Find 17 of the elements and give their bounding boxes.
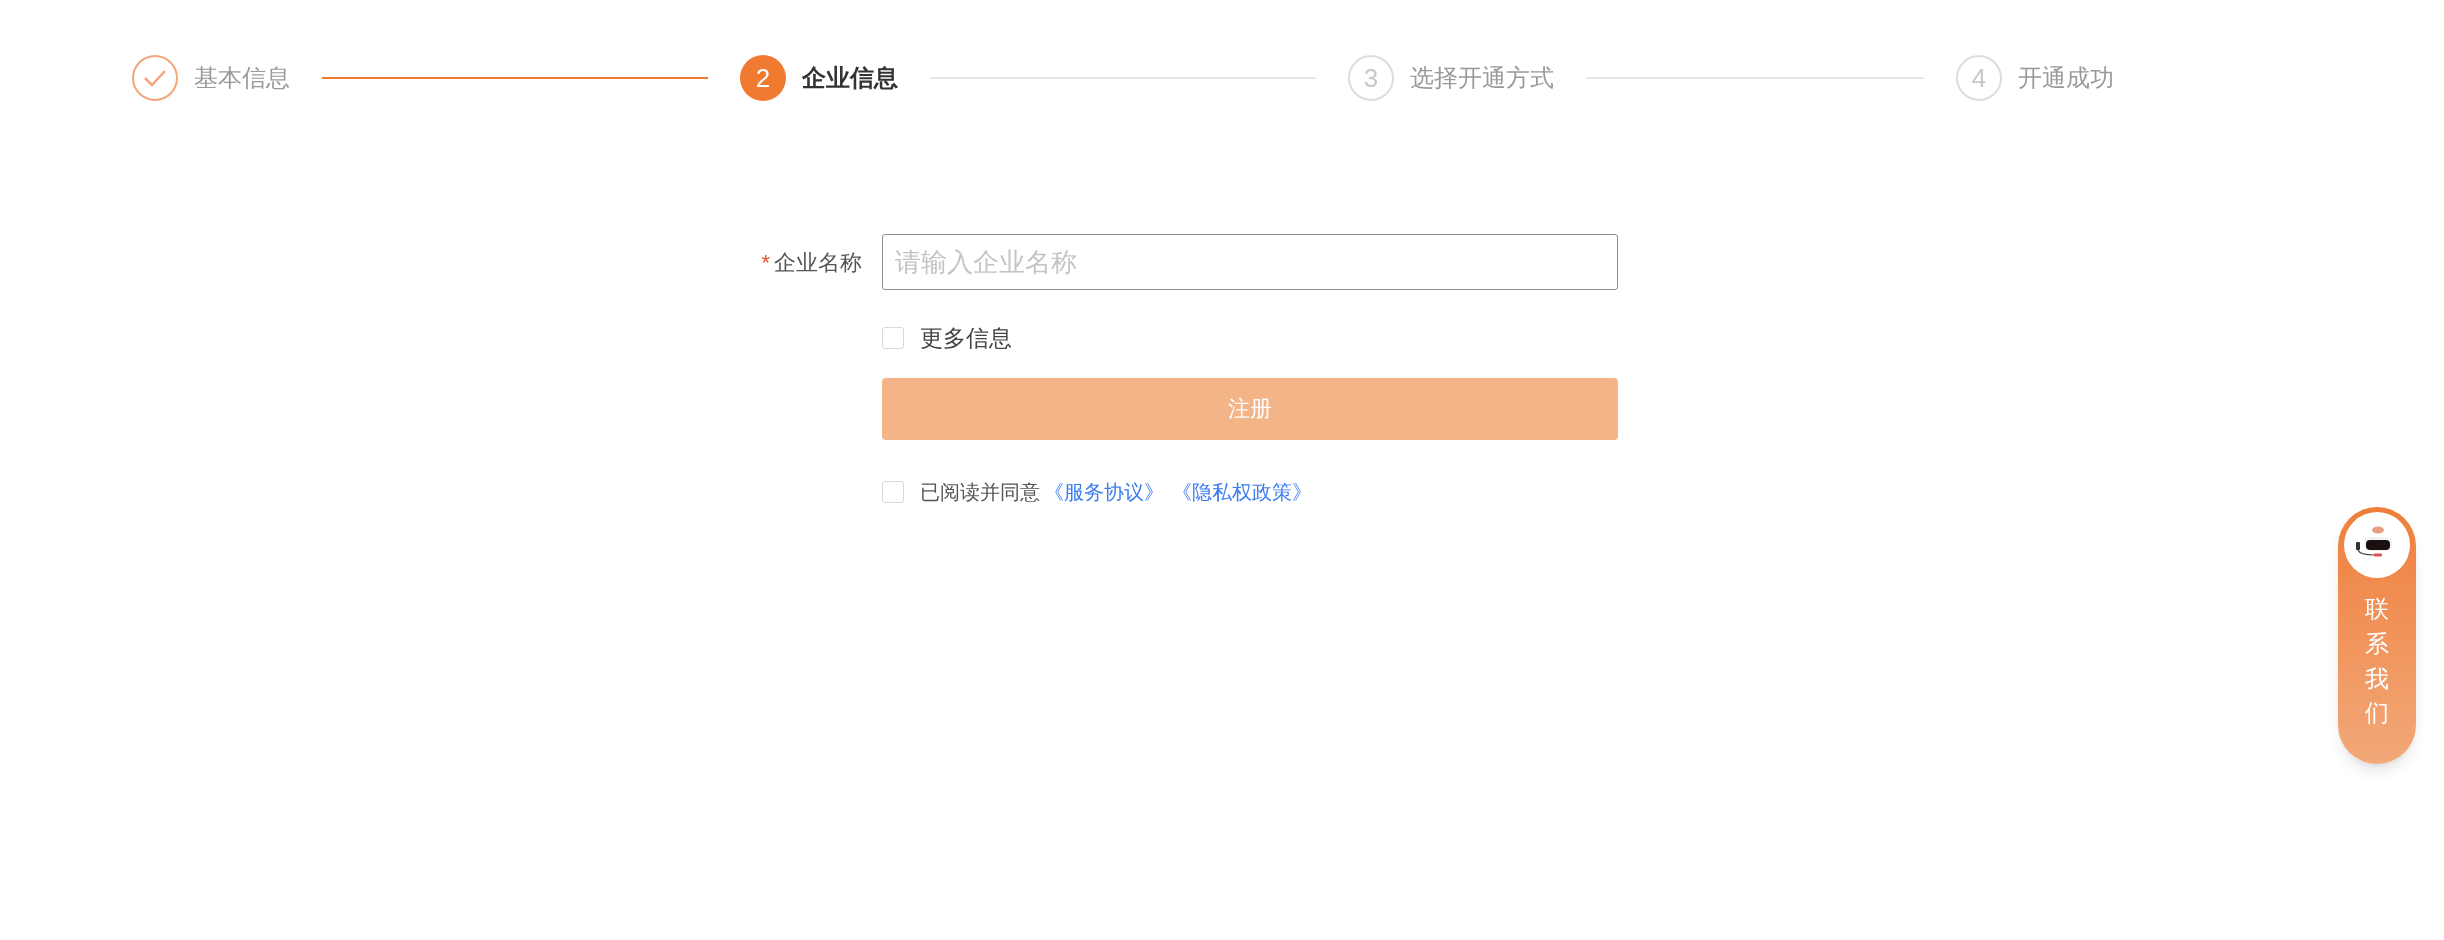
step-label: 企业信息 — [802, 63, 898, 93]
policy-link[interactable]: 《服务协议》 — [1044, 476, 1164, 507]
contact-us-button[interactable]: 联系我们 — [2338, 507, 2416, 764]
robot-avatar-icon — [2344, 512, 2410, 578]
contact-label: 联系我们 — [2365, 594, 2389, 729]
required-asterisk: * — [761, 248, 770, 277]
step-label: 开通成功 — [2018, 63, 2114, 93]
checkbox-label: 更多信息 — [920, 324, 1012, 353]
check-icon — [143, 69, 167, 87]
field-label: 企业名称 — [774, 248, 862, 277]
policy-link[interactable]: 《隐私权政策》 — [1172, 476, 1312, 507]
agreement-text: 已阅读并同意 — [920, 479, 1040, 505]
step-label: 选择开通方式 — [1410, 63, 1554, 93]
input-field[interactable]: 请输入企业名称 — [882, 234, 1618, 290]
checkbox[interactable] — [882, 327, 904, 350]
checkbox[interactable] — [882, 480, 904, 503]
step-label: 基本信息 — [194, 63, 290, 93]
